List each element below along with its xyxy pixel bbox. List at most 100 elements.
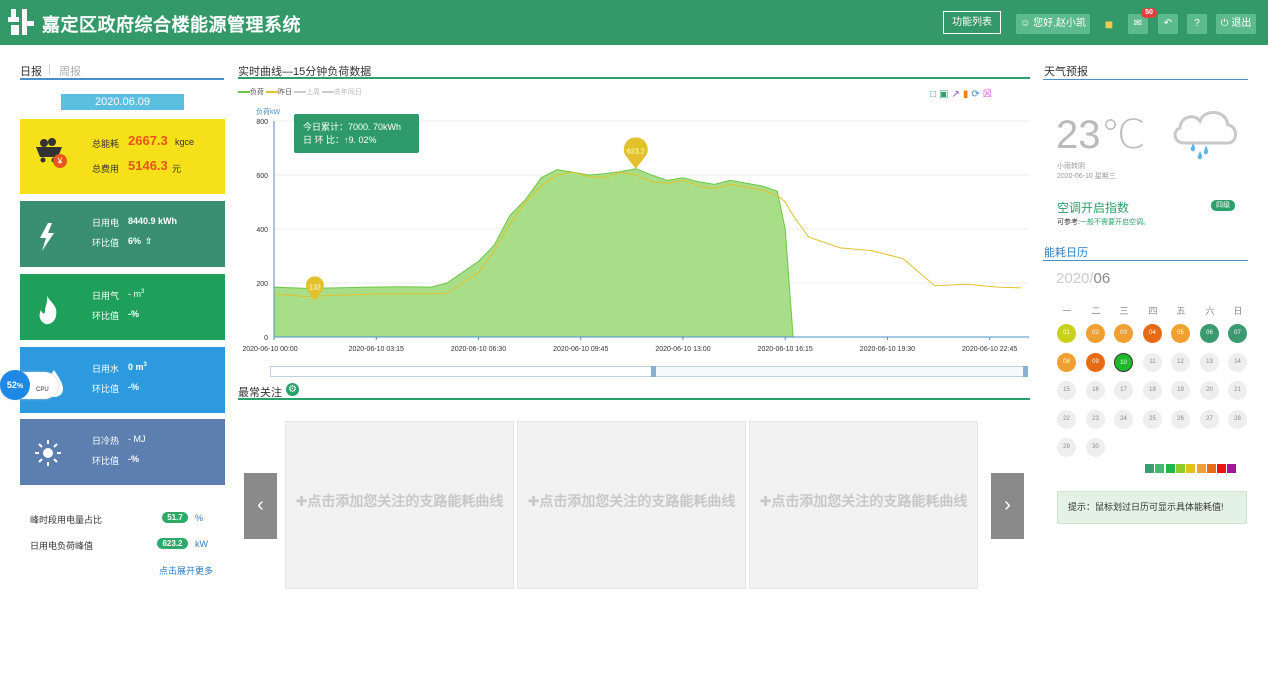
show-more-link[interactable]: 点击展开更多 — [159, 564, 213, 577]
calendar-day[interactable]: 24 — [1114, 410, 1133, 429]
calendar-day[interactable]: 15 — [1057, 381, 1076, 400]
favorite-slot-3[interactable]: ✚点击添加您关注的支路能耗曲线 — [749, 421, 978, 589]
calendar-day[interactable]: 22 — [1057, 410, 1076, 429]
peak-ratio-label: 峰时段用电量占比 — [30, 515, 103, 525]
calendar-month-nav[interactable]: 2020/06 — [1056, 270, 1110, 287]
report-date[interactable]: 2020.06.09 — [61, 94, 184, 110]
calendar-day[interactable]: 13 — [1200, 353, 1219, 372]
cpu-unit: % — [16, 383, 24, 390]
legend-swatch — [1165, 464, 1175, 473]
calendar-day[interactable]: 26 — [1171, 410, 1190, 429]
peak-load-value: 623.2 — [157, 538, 188, 549]
gas-label: 日用气 — [92, 291, 120, 301]
heat-card: 日冷热 - MJ 环比值 -% — [20, 419, 225, 485]
calendar-day[interactable]: 14 — [1228, 353, 1247, 372]
calendar-day[interactable]: 02 — [1086, 324, 1105, 343]
calendar-day[interactable]: 12 — [1171, 353, 1190, 372]
calendar-day[interactable]: 23 — [1086, 410, 1105, 429]
calendar-day[interactable]: 07 — [1228, 324, 1247, 343]
user-greeting: 您好,赵小凯 — [1033, 18, 1086, 29]
legend-swatch — [1217, 464, 1227, 473]
calendar-day[interactable]: 17 — [1114, 381, 1133, 400]
cpu-widget[interactable]: 52% CPU — [0, 370, 58, 400]
electricity-ratio-label: 环比值 — [92, 238, 120, 248]
calendar-day[interactable]: 18 — [1143, 381, 1162, 400]
calendar-day[interactable]: 11 — [1143, 353, 1162, 372]
tab-daily[interactable]: 日报 — [20, 63, 42, 79]
favorites-next-button[interactable]: › — [991, 473, 1024, 539]
x-tick-label: 2020-06-10 16:15 — [758, 346, 813, 353]
peak-ratio-unit: % — [195, 513, 204, 523]
weekday-label: 二 — [1091, 306, 1101, 316]
calendar-day[interactable]: 06 — [1200, 324, 1219, 343]
calendar-day[interactable]: 19 — [1171, 381, 1190, 400]
calendar-day[interactable]: 28 — [1228, 410, 1247, 429]
power-icon: ⏻ — [1220, 18, 1229, 29]
calendar-day[interactable]: 27 — [1200, 410, 1219, 429]
calendar-day[interactable]: 25 — [1143, 410, 1162, 429]
sun-icon — [35, 440, 61, 466]
user-greeting-button[interactable]: ☺ 您好,赵小凯 — [1016, 14, 1090, 34]
favorites-prev-button[interactable]: ‹ — [244, 473, 277, 539]
calendar-day[interactable]: 29 — [1057, 438, 1076, 457]
calendar-day[interactable]: 04 — [1143, 324, 1162, 343]
ac-index-title: 空调开启指数 — [1057, 201, 1130, 215]
marker-label: 132 — [309, 284, 321, 291]
tab-separator: | — [48, 63, 51, 75]
lightning-icon — [40, 223, 54, 251]
y-tick-label: 800 — [256, 119, 268, 126]
legend-swatch — [1186, 464, 1196, 473]
calendar-day[interactable]: 03 — [1114, 324, 1133, 343]
calendar-day[interactable]: 10 — [1114, 353, 1133, 372]
back-icon[interactable]: ↶ — [1158, 14, 1178, 34]
box-icon[interactable]: ■ — [1099, 14, 1119, 34]
calendar-day[interactable]: 21 — [1228, 381, 1247, 400]
gas-value: - m — [128, 289, 141, 299]
favorite-slot-1[interactable]: ✚点击添加您关注的支路能耗曲线 — [285, 421, 514, 589]
total-cost-value: 5146.3 — [128, 158, 168, 173]
calendar-day[interactable]: 05 — [1171, 324, 1190, 343]
favorite-slot-2[interactable]: ✚点击添加您关注的支路能耗曲线 — [517, 421, 746, 589]
help-button[interactable]: ? — [1187, 14, 1207, 34]
x-tick-label: 2020-06-10 09:45 — [553, 346, 608, 353]
calendar-day[interactable]: 01 — [1057, 324, 1076, 343]
logout-label: 退出 — [1231, 18, 1252, 29]
water-value-wrap: 0 m3 — [128, 362, 147, 372]
water-ratio-label: 环比值 — [92, 384, 120, 394]
gas-card: 日用气 - m3 环比值 -% — [20, 274, 225, 340]
svg-text:¥: ¥ — [56, 156, 63, 166]
data-zoom-slider[interactable] — [270, 366, 1028, 377]
total-energy-card: ¥ 总能耗 2667.3 kgce 总费用 5146.3 元 — [20, 119, 225, 194]
legend-swatch — [1227, 464, 1237, 473]
function-list-button[interactable]: 功能列表 — [943, 11, 1001, 34]
calendar-title: 能耗日历 — [1044, 247, 1088, 259]
gas-ratio-value: -% — [128, 309, 139, 319]
tooltip-total: 今日累计：7000. 70kWh — [303, 122, 402, 132]
zoom-handle-end[interactable] — [1023, 366, 1028, 377]
cpu-label: CPU — [36, 387, 49, 393]
logout-button[interactable]: ⏻ 退出 — [1216, 14, 1256, 34]
weekday-label: 五 — [1176, 306, 1186, 316]
calendar-day[interactable]: 16 — [1086, 381, 1105, 400]
calendar-day[interactable]: 09 — [1086, 353, 1105, 372]
heat-value: - MJ — [128, 434, 146, 444]
calendar-day[interactable]: 08 — [1057, 353, 1076, 372]
calendar-tip: 提示：鼠标划过日历可显示具体能耗值! — [1057, 491, 1247, 524]
zoom-handle-right[interactable] — [651, 366, 656, 377]
calendar-day[interactable]: 20 — [1200, 381, 1219, 400]
calendar-day[interactable]: 30 — [1086, 438, 1105, 457]
favorites-settings-icon[interactable]: ⚙ — [286, 383, 299, 396]
app-title: 嘉定区政府综合楼能源管理系统 — [42, 15, 301, 35]
total-cost-unit: 元 — [172, 164, 182, 174]
ac-index-level: 四级 — [1211, 200, 1235, 211]
legend-swatch — [1155, 464, 1165, 473]
tab-weekly[interactable]: 周报 — [59, 63, 81, 79]
heat-ratio-value: -% — [128, 454, 139, 464]
flame-icon — [39, 296, 57, 325]
top-header: 嘉定区政府综合楼能源管理系统 功能列表 ☺ 您好,赵小凯 ■ ✉ 50 ↶ ? … — [0, 0, 1268, 45]
x-tick-label: 2020-06-10 03:15 — [349, 346, 404, 353]
x-tick-label: 2020-06-10 22:45 — [962, 346, 1017, 353]
heat-label: 日冷热 — [92, 436, 120, 446]
rain-cloud-icon — [1173, 111, 1237, 160]
legend-swatch — [1206, 464, 1216, 473]
